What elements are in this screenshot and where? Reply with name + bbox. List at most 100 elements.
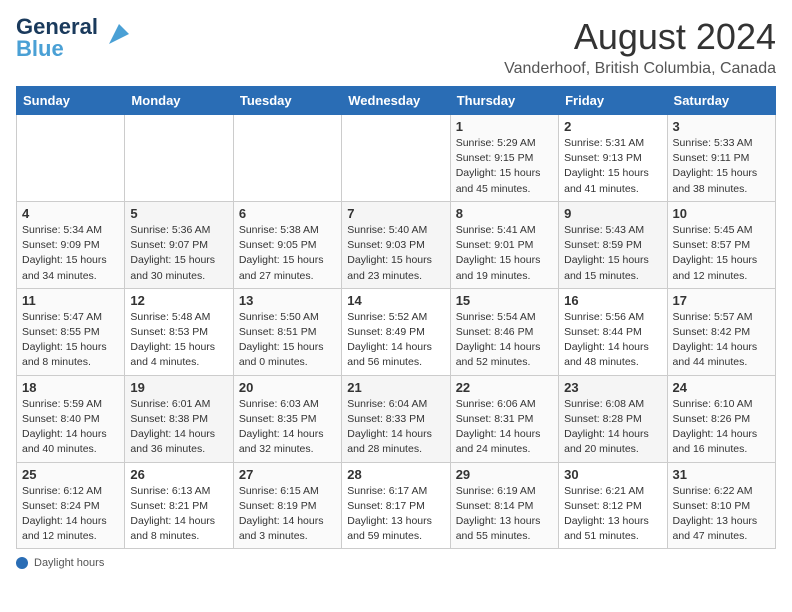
- day-info: Sunrise: 6:08 AM Sunset: 8:28 PM Dayligh…: [564, 397, 661, 458]
- day-info: Sunrise: 5:31 AM Sunset: 9:13 PM Dayligh…: [564, 136, 661, 197]
- calendar-cell: 17 Sunrise: 5:57 AM Sunset: 8:42 PM Dayli…: [667, 288, 775, 375]
- calendar-day-header: Sunday: [17, 87, 125, 115]
- day-number: 7: [347, 206, 444, 221]
- calendar-cell: [233, 115, 341, 202]
- calendar-week-row: 11Sunrise: 5:47 AM Sunset: 8:55 PM Dayli…: [17, 288, 776, 375]
- page-header: GeneralBlue August 2024 Vanderhoof, Brit…: [16, 16, 776, 78]
- day-info: Sunrise: 5:34 AM Sunset: 9:09 PM Dayligh…: [22, 223, 119, 284]
- day-info: Sunrise: 5:29 AM Sunset: 9:15 PM Dayligh…: [456, 136, 553, 197]
- logo-text: GeneralBlue: [16, 16, 98, 60]
- calendar-day-header: Saturday: [667, 87, 775, 115]
- calendar-week-row: 1 Sunrise: 5:29 AM Sunset: 9:15 PM Daylig…: [17, 115, 776, 202]
- day-info: Sunrise: 6:10 AM Sunset: 8:26 PM Dayligh…: [673, 397, 770, 458]
- footer: Daylight hours: [16, 557, 776, 569]
- calendar-cell: 1 Sunrise: 5:29 AM Sunset: 9:15 PM Daylig…: [450, 115, 558, 202]
- day-number: 6: [239, 206, 336, 221]
- day-number: 23: [564, 380, 661, 395]
- day-number: 28: [347, 467, 444, 482]
- day-number: 8: [456, 206, 553, 221]
- day-info: Sunrise: 6:01 AM Sunset: 8:38 PM Dayligh…: [130, 397, 227, 458]
- calendar-cell: [17, 115, 125, 202]
- day-info: Sunrise: 6:19 AM Sunset: 8:14 PM Dayligh…: [456, 484, 553, 545]
- day-info: Sunrise: 5:36 AM Sunset: 9:07 PM Dayligh…: [130, 223, 227, 284]
- calendar-cell: 15Sunrise: 5:54 AM Sunset: 8:46 PM Dayli…: [450, 288, 558, 375]
- day-number: 5: [130, 206, 227, 221]
- day-number: 21: [347, 380, 444, 395]
- day-info: Sunrise: 5:50 AM Sunset: 8:51 PM Dayligh…: [239, 310, 336, 371]
- day-number: 18: [22, 380, 119, 395]
- day-info: Sunrise: 6:21 AM Sunset: 8:12 PM Dayligh…: [564, 484, 661, 545]
- calendar-cell: 14 Sunrise: 5:52 AM Sunset: 8:49 PM Dayli…: [342, 288, 450, 375]
- day-info: Sunrise: 5:56 AM Sunset: 8:44 PM Dayligh…: [564, 310, 661, 371]
- title-area: August 2024 Vanderhoof, British Columbia…: [504, 16, 776, 78]
- day-info: Sunrise: 6:12 AM Sunset: 8:24 PM Dayligh…: [22, 484, 119, 545]
- day-info: Sunrise: 6:13 AM Sunset: 8:21 PM Dayligh…: [130, 484, 227, 545]
- day-number: 29: [456, 467, 553, 482]
- day-number: 26: [130, 467, 227, 482]
- day-info: Sunrise: 5:33 AM Sunset: 9:11 PM Dayligh…: [673, 136, 770, 197]
- day-info: Sunrise: 5:43 AM Sunset: 8:59 PM Dayligh…: [564, 223, 661, 284]
- calendar-day-header: Monday: [125, 87, 233, 115]
- calendar-cell: 4 Sunrise: 5:34 AM Sunset: 9:09 PM Daylig…: [17, 201, 125, 288]
- calendar-day-header: Thursday: [450, 87, 558, 115]
- calendar-cell: 19Sunrise: 6:01 AM Sunset: 8:38 PM Dayli…: [125, 375, 233, 462]
- day-info: Sunrise: 5:57 AM Sunset: 8:42 PM Dayligh…: [673, 310, 770, 371]
- calendar-cell: 27Sunrise: 6:15 AM Sunset: 8:19 PM Dayli…: [233, 462, 341, 549]
- day-info: Sunrise: 6:04 AM Sunset: 8:33 PM Dayligh…: [347, 397, 444, 458]
- calendar-week-row: 18 Sunrise: 5:59 AM Sunset: 8:40 PM Dayli…: [17, 375, 776, 462]
- day-number: 4: [22, 206, 119, 221]
- page-title: August 2024: [504, 16, 776, 58]
- calendar-day-header: Friday: [559, 87, 667, 115]
- calendar-day-header: Wednesday: [342, 87, 450, 115]
- calendar-week-row: 25 Sunrise: 6:12 AM Sunset: 8:24 PM Dayli…: [17, 462, 776, 549]
- day-number: 25: [22, 467, 119, 482]
- calendar-cell: 10Sunrise: 5:45 AM Sunset: 8:57 PM Dayli…: [667, 201, 775, 288]
- day-number: 16: [564, 293, 661, 308]
- calendar-cell: 18 Sunrise: 5:59 AM Sunset: 8:40 PM Dayli…: [17, 375, 125, 462]
- calendar-cell: 28 Sunrise: 6:17 AM Sunset: 8:17 PM Dayli…: [342, 462, 450, 549]
- calendar-cell: 6Sunrise: 5:38 AM Sunset: 9:05 PM Daylig…: [233, 201, 341, 288]
- day-info: Sunrise: 5:52 AM Sunset: 8:49 PM Dayligh…: [347, 310, 444, 371]
- day-number: 22: [456, 380, 553, 395]
- calendar-cell: 30 Sunrise: 6:21 AM Sunset: 8:12 PM Dayli…: [559, 462, 667, 549]
- calendar-cell: 12Sunrise: 5:48 AM Sunset: 8:53 PM Dayli…: [125, 288, 233, 375]
- day-number: 17: [673, 293, 770, 308]
- day-info: Sunrise: 6:17 AM Sunset: 8:17 PM Dayligh…: [347, 484, 444, 545]
- calendar-cell: 22 Sunrise: 6:06 AM Sunset: 8:31 PM Dayli…: [450, 375, 558, 462]
- day-info: Sunrise: 6:22 AM Sunset: 8:10 PM Dayligh…: [673, 484, 770, 545]
- calendar-cell: 24 Sunrise: 6:10 AM Sunset: 8:26 PM Dayli…: [667, 375, 775, 462]
- footer-daylight-label: Daylight hours: [34, 557, 104, 569]
- day-info: Sunrise: 5:45 AM Sunset: 8:57 PM Dayligh…: [673, 223, 770, 284]
- calendar-cell: 31 Sunrise: 6:22 AM Sunset: 8:10 PM Dayli…: [667, 462, 775, 549]
- calendar-header-row: SundayMondayTuesdayWednesdayThursdayFrid…: [17, 87, 776, 115]
- calendar-cell: 5 Sunrise: 5:36 AM Sunset: 9:07 PM Daylig…: [125, 201, 233, 288]
- day-number: 11: [22, 293, 119, 308]
- day-number: 30: [564, 467, 661, 482]
- calendar-cell: 25 Sunrise: 6:12 AM Sunset: 8:24 PM Dayli…: [17, 462, 125, 549]
- day-number: 24: [673, 380, 770, 395]
- calendar-cell: 26 Sunrise: 6:13 AM Sunset: 8:21 PM Dayli…: [125, 462, 233, 549]
- day-number: 15: [456, 293, 553, 308]
- calendar-cell: 8Sunrise: 5:41 AM Sunset: 9:01 PM Daylig…: [450, 201, 558, 288]
- day-number: 2: [564, 119, 661, 134]
- day-number: 31: [673, 467, 770, 482]
- calendar-cell: [125, 115, 233, 202]
- day-number: 14: [347, 293, 444, 308]
- calendar-cell: 11Sunrise: 5:47 AM Sunset: 8:55 PM Dayli…: [17, 288, 125, 375]
- day-number: 20: [239, 380, 336, 395]
- day-number: 27: [239, 467, 336, 482]
- day-info: Sunrise: 5:40 AM Sunset: 9:03 PM Dayligh…: [347, 223, 444, 284]
- calendar-cell: 21 Sunrise: 6:04 AM Sunset: 8:33 PM Dayli…: [342, 375, 450, 462]
- day-number: 3: [673, 119, 770, 134]
- logo-icon: [104, 19, 134, 49]
- day-number: 1: [456, 119, 553, 134]
- day-info: Sunrise: 5:59 AM Sunset: 8:40 PM Dayligh…: [22, 397, 119, 458]
- calendar-cell: 20Sunrise: 6:03 AM Sunset: 8:35 PM Dayli…: [233, 375, 341, 462]
- day-info: Sunrise: 6:06 AM Sunset: 8:31 PM Dayligh…: [456, 397, 553, 458]
- page-subtitle: Vanderhoof, British Columbia, Canada: [504, 60, 776, 78]
- calendar-cell: 29 Sunrise: 6:19 AM Sunset: 8:14 PM Dayli…: [450, 462, 558, 549]
- calendar-cell: 23 Sunrise: 6:08 AM Sunset: 8:28 PM Dayli…: [559, 375, 667, 462]
- logo: GeneralBlue: [16, 16, 134, 60]
- day-info: Sunrise: 5:48 AM Sunset: 8:53 PM Dayligh…: [130, 310, 227, 371]
- calendar-cell: 9Sunrise: 5:43 AM Sunset: 8:59 PM Daylig…: [559, 201, 667, 288]
